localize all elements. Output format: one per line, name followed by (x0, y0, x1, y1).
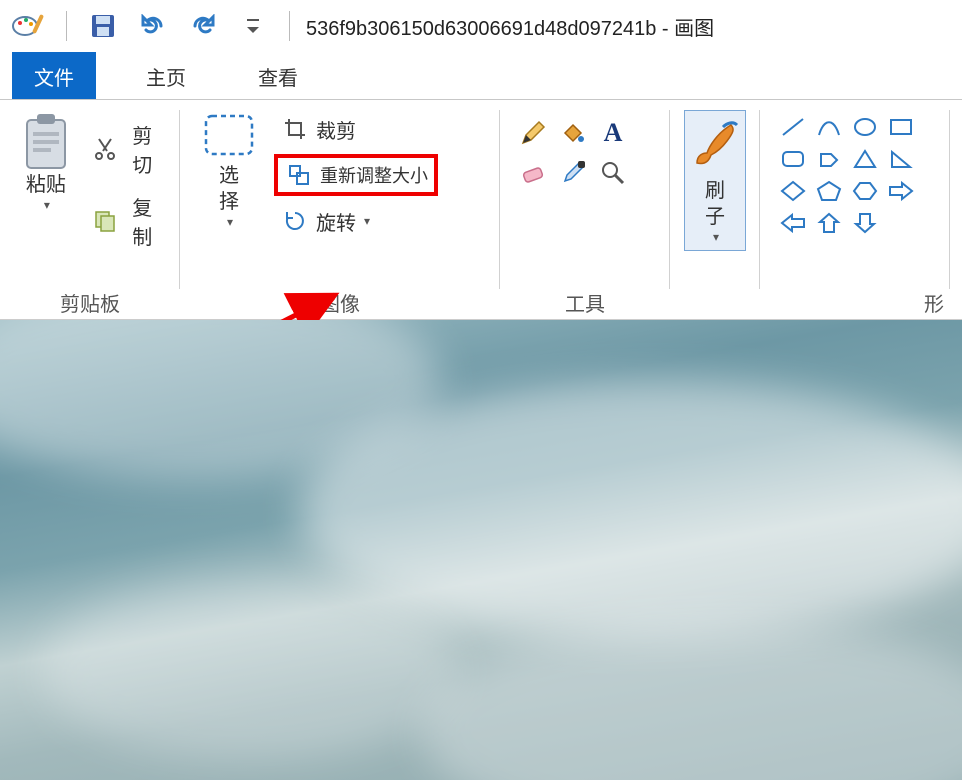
shape-curve-icon[interactable] (814, 114, 844, 140)
copy-icon (92, 206, 119, 236)
select-button[interactable]: 选 择 ▾ (194, 112, 264, 229)
shape-triangle-icon[interactable] (850, 146, 880, 172)
eraser-icon[interactable] (518, 158, 548, 188)
shape-arrow-down-icon[interactable] (850, 210, 880, 236)
resize-label: 重新调整大小 (320, 162, 428, 188)
app-icon (10, 6, 50, 46)
group-tools: A 工具 (500, 100, 670, 319)
select-label: 选 择 (219, 163, 239, 215)
fill-icon[interactable] (558, 118, 588, 148)
shape-rect-icon[interactable] (886, 114, 916, 140)
undo-icon[interactable] (133, 6, 173, 46)
separator (289, 11, 290, 41)
shape-hexagon-icon[interactable] (850, 178, 880, 204)
chevron-down-icon: ▾ (44, 198, 50, 212)
shape-arrow-left-icon[interactable] (778, 210, 808, 236)
group-label-shapes: 形 (924, 288, 944, 317)
paste-label: 粘贴 (26, 172, 66, 198)
pencil-icon[interactable] (518, 118, 548, 148)
resize-button[interactable]: 重新调整大小 (274, 154, 438, 196)
save-icon[interactable] (83, 6, 123, 46)
redo-icon[interactable] (183, 6, 223, 46)
tab-strip: 文件 主页 查看 (0, 52, 962, 100)
chevron-down-icon: ▾ (364, 214, 370, 228)
group-clipboard: 粘贴 ▾ 剪切 复制 剪贴板 (0, 100, 180, 319)
separator (66, 11, 67, 41)
rotate-icon (280, 206, 310, 236)
chevron-down-icon: ▾ (227, 215, 233, 229)
shape-polygon-icon[interactable] (814, 146, 844, 172)
cut-button[interactable]: 剪切 (86, 118, 166, 180)
brush-button[interactable]: 刷 子 ▾ (684, 110, 746, 251)
cut-icon (92, 134, 119, 164)
paste-icon (21, 112, 71, 172)
copy-label: 复制 (124, 192, 160, 250)
select-icon (202, 112, 256, 163)
brush-label: 刷 子 (705, 178, 725, 230)
crop-icon (280, 114, 310, 144)
tab-file[interactable]: 文件 (12, 52, 96, 99)
group-brush: 刷 子 ▾ (670, 100, 760, 319)
canvas[interactable] (0, 320, 962, 780)
copy-button[interactable]: 复制 (86, 190, 166, 252)
group-image: 选 择 ▾ 裁剪 重新调整大小 (180, 100, 500, 319)
chevron-down-icon: ▾ (713, 230, 719, 244)
resize-icon (284, 160, 314, 190)
tab-home[interactable]: 主页 (124, 52, 208, 99)
shape-line-icon[interactable] (778, 114, 808, 140)
shape-arrow-up-icon[interactable] (814, 210, 844, 236)
shape-arrow-right-icon[interactable] (886, 178, 916, 204)
group-label-tools: 工具 (500, 288, 670, 317)
crop-button[interactable]: 裁剪 (274, 112, 362, 146)
qat-more-icon[interactable] (233, 6, 273, 46)
paste-button[interactable]: 粘贴 ▾ (14, 112, 78, 212)
ribbon: 粘贴 ▾ 剪切 复制 剪贴板 (0, 100, 962, 320)
shape-pentagon-icon[interactable] (814, 178, 844, 204)
group-label-clipboard: 剪贴板 (0, 288, 180, 317)
shape-oval-icon[interactable] (850, 114, 880, 140)
shape-diamond-icon[interactable] (778, 178, 808, 204)
tab-view[interactable]: 查看 (236, 52, 320, 99)
cut-label: 剪切 (124, 120, 160, 178)
window-title: 536f9b306150d63006691d48d097241b - 画图 (306, 12, 714, 41)
magnifier-icon[interactable] (598, 158, 628, 188)
picker-icon[interactable] (558, 158, 588, 188)
titlebar: 536f9b306150d63006691d48d097241b - 画图 (0, 0, 962, 52)
rotate-label: 旋转 (316, 207, 356, 236)
group-label-image: 图像 (180, 288, 500, 317)
shape-right-triangle-icon[interactable] (886, 146, 916, 172)
crop-label: 裁剪 (316, 115, 356, 144)
rotate-button[interactable]: 旋转 ▾ (274, 204, 376, 238)
group-shapes: 形 (760, 100, 950, 319)
shape-roundrect-icon[interactable] (778, 146, 808, 172)
brush-icon (687, 117, 743, 178)
text-icon[interactable]: A (598, 118, 628, 148)
